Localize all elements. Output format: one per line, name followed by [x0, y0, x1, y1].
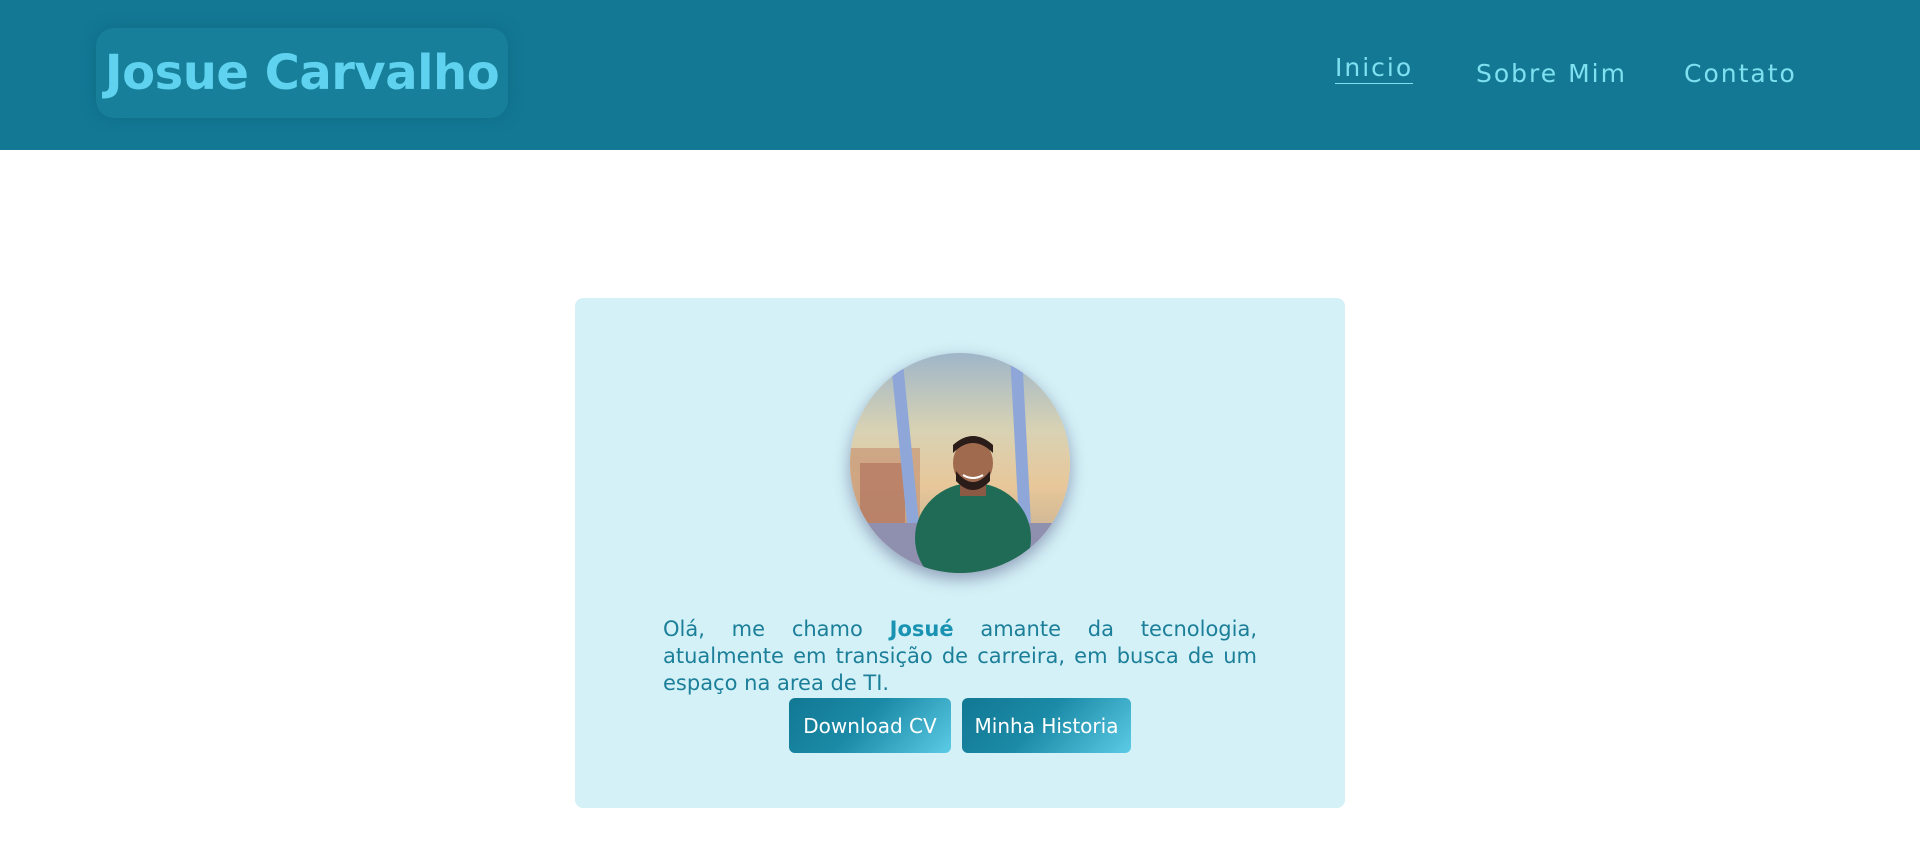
intro-name: Josué — [889, 617, 954, 641]
nav-link-sobre-mim[interactable]: Sobre Mim — [1476, 59, 1627, 88]
my-story-button[interactable]: Minha Historia — [962, 698, 1131, 753]
profile-photo — [850, 353, 1070, 573]
main-nav: Inicio Sobre Mim Contato — [0, 0, 1920, 150]
intro-text: Olá, me chamo Josué amante da tecnologia… — [663, 616, 1257, 697]
download-cv-button[interactable]: Download CV — [789, 698, 951, 753]
nav-link-contato[interactable]: Contato — [1684, 59, 1797, 88]
nav-link-inicio[interactable]: Inicio — [1335, 53, 1414, 84]
intro-text-start: Olá, me chamo — [663, 617, 890, 641]
hero-card: Olá, me chamo Josué amante da tecnologia… — [575, 298, 1345, 808]
site-header: Josue Carvalho Inicio Sobre Mim Contato — [0, 0, 1920, 150]
